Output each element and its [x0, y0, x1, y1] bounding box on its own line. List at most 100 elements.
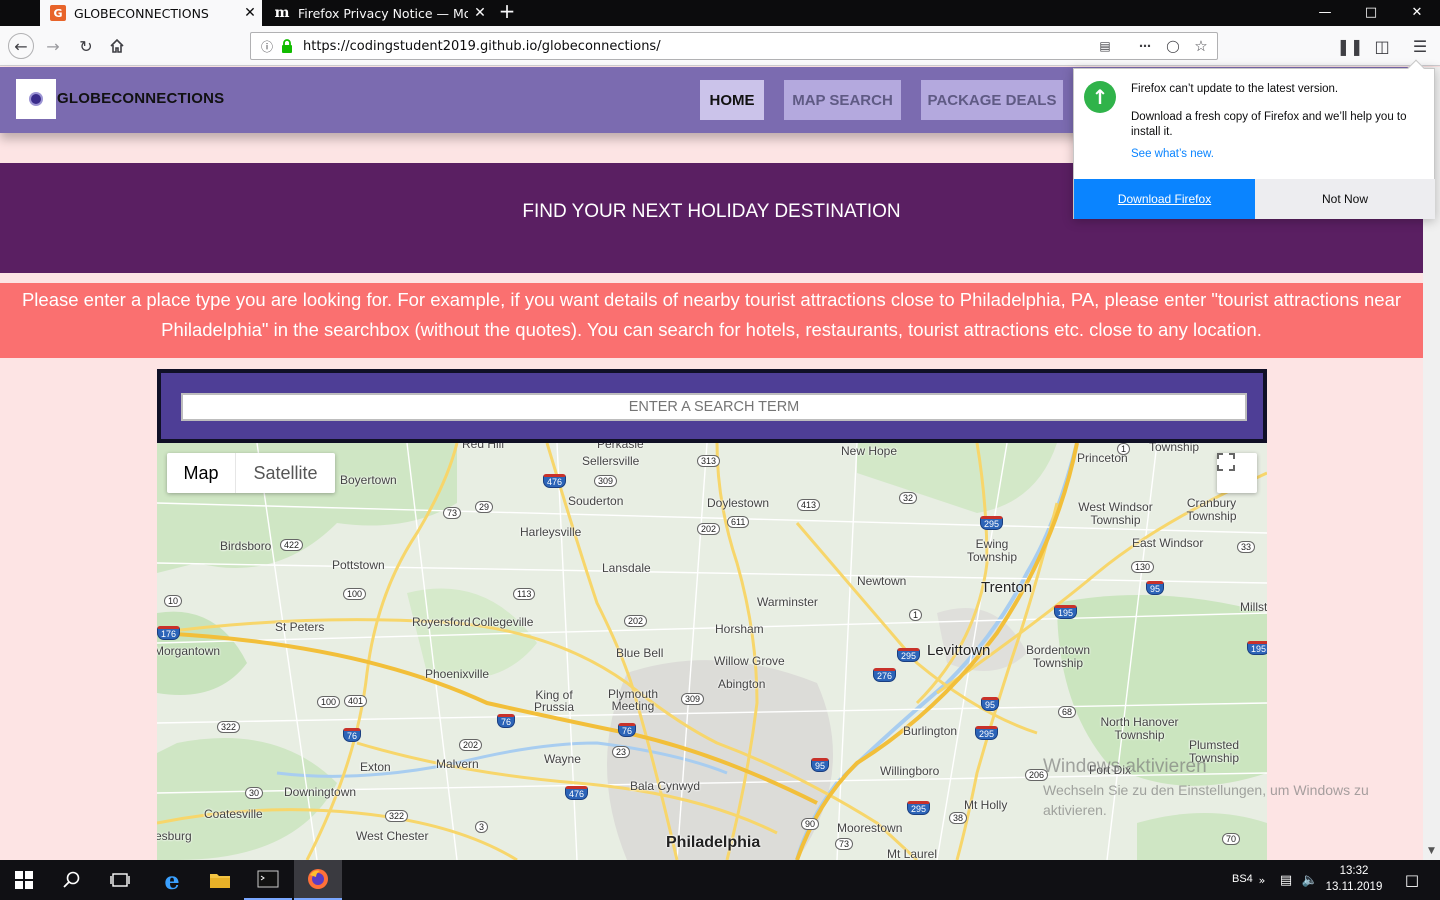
map-place-label: Phoenixville	[425, 667, 490, 681]
map-type-control: Map Satellite	[167, 453, 335, 493]
route-shield: 30	[245, 787, 264, 799]
search-input[interactable]	[181, 393, 1247, 421]
route-shield: 3	[475, 821, 489, 833]
route-shield: 1	[1117, 443, 1131, 455]
update-arrow-icon: ↑	[1084, 81, 1116, 113]
map-place-label: Mt Holly	[964, 798, 1008, 812]
map-place-label: Millston	[1240, 600, 1267, 614]
maximize-icon[interactable]: □	[1348, 0, 1394, 26]
globe-icon	[31, 94, 41, 104]
map-place-label: West Windsor Township	[1078, 500, 1153, 527]
map-place-label: Downingtown	[284, 785, 357, 799]
nav-package-deals[interactable]: PACKAGE DEALS	[921, 80, 1063, 120]
site-favicon-icon: G	[50, 5, 66, 21]
minimize-icon[interactable]: —	[1302, 0, 1348, 26]
popup-body: Download a fresh copy of Firefox and we’…	[1131, 111, 1407, 138]
map-place-label: Newtown	[857, 574, 907, 588]
internet-explorer-icon[interactable]: e	[148, 860, 196, 900]
map-place-label: esburg	[157, 829, 192, 843]
map-place-label: Bordentown Township	[1025, 643, 1091, 670]
scroll-down-arrow-icon[interactable]: ▼	[1423, 843, 1440, 860]
task-view-icon[interactable]	[96, 860, 144, 900]
map-place-label: Warminster	[757, 595, 818, 609]
network-icon[interactable]: ▤	[1274, 860, 1298, 900]
firefox-icon[interactable]	[294, 860, 342, 900]
popup-heading: Firefox can’t update to the latest versi…	[1131, 83, 1339, 95]
page-actions-icon[interactable]: ⋯	[1137, 38, 1153, 54]
map-place-label: Pottstown	[332, 558, 385, 572]
map-place-label: Township	[1149, 443, 1200, 454]
watermark-title: Windows aktivieren	[1043, 756, 1207, 777]
search-icon[interactable]	[48, 860, 96, 900]
navigation-toolbar: ← → ↻ ⓘ https://codingstudent2019.github…	[0, 26, 1440, 66]
close-tab-icon[interactable]: ✕	[238, 5, 262, 21]
map-place-label: Ewing Township	[966, 537, 1018, 564]
home-icon[interactable]	[105, 34, 129, 58]
map-place-label: Cranbury Township	[1186, 496, 1237, 523]
notification-center-icon[interactable]: □	[1392, 860, 1432, 900]
route-shield: 95	[981, 697, 1000, 711]
window-close-icon[interactable]: ✕	[1394, 0, 1440, 26]
nav-home[interactable]: HOME	[700, 80, 764, 120]
library-icon[interactable]: ❚❚	[1337, 34, 1364, 58]
tab-privacy-notice[interactable]: m Firefox Privacy Notice — Mozill ✕	[264, 0, 492, 26]
map-place-label: New Hope	[841, 444, 898, 458]
map-place-label: Royersford	[412, 615, 471, 629]
map-place-label: Blue Bell	[616, 646, 664, 660]
bookmark-star-icon[interactable]: ☆	[1193, 37, 1209, 55]
close-tab-icon[interactable]: ✕	[468, 5, 492, 21]
whats-new-link[interactable]: See what’s new.	[1131, 148, 1214, 160]
map-place-label: Lansdale	[602, 561, 651, 575]
volume-muted-icon[interactable]: 🔈	[1298, 860, 1322, 900]
not-now-button[interactable]: Not Now	[1255, 179, 1435, 219]
route-shield: 202	[459, 739, 483, 751]
route-shield: 95	[811, 758, 830, 772]
map-place-label: Boyertown	[340, 473, 397, 487]
satellite-view-button[interactable]: Satellite	[235, 453, 335, 493]
windows-start-icon[interactable]	[0, 860, 48, 900]
sidebar-icon[interactable]: ◫	[1370, 34, 1394, 58]
route-shield: 309	[681, 693, 705, 705]
route-shield: 176	[157, 626, 181, 640]
map-place-label: Malvern	[436, 757, 479, 771]
pocket-icon[interactable]: ◯	[1165, 38, 1181, 54]
route-shield: 90	[801, 818, 820, 830]
route-shield: 202	[624, 615, 648, 627]
tab-globeconnections[interactable]: G GLOBECONNECTIONS ✕	[40, 0, 262, 26]
route-shield: 29	[475, 501, 494, 513]
route-shield: 413	[797, 499, 821, 511]
download-firefox-button[interactable]: Download Firefox	[1074, 179, 1255, 219]
info-icon[interactable]: ⓘ	[259, 38, 275, 54]
url-bar[interactable]: ⓘ https://codingstudent2019.github.io/gl…	[250, 32, 1218, 60]
route-shield: 100	[317, 696, 341, 708]
map-view-button[interactable]: Map	[167, 453, 235, 493]
map-place-label: Willingboro	[880, 764, 940, 778]
new-tab-button[interactable]: +	[496, 0, 518, 26]
hamburger-menu-icon[interactable]: ☰	[1408, 34, 1432, 58]
watermark-subtitle: Wechseln Sie zu den Einstellungen, um Wi…	[1043, 782, 1369, 818]
map-place-label: Levittown	[927, 642, 991, 659]
clock[interactable]: 13:32 13.11.2019	[1322, 863, 1386, 895]
map-place-label: Birdsboro	[220, 539, 272, 553]
route-shield: 10	[164, 595, 183, 607]
fullscreen-icon[interactable]	[1217, 453, 1257, 493]
route-shield: 195	[1247, 641, 1267, 655]
site-logo[interactable]	[16, 79, 56, 119]
map-place-label: Abington	[718, 677, 766, 691]
map-place-label: Mt Laurel	[887, 847, 938, 860]
mozilla-favicon-icon: m	[274, 5, 290, 21]
forward-arrow-icon[interactable]: →	[41, 34, 65, 58]
nav-map-search[interactable]: MAP SEARCH	[784, 80, 901, 120]
brand-name[interactable]: GLOBECONNECTIONS	[57, 90, 224, 107]
route-shield: 295	[975, 726, 999, 740]
lock-icon[interactable]	[279, 38, 295, 54]
map-place-label: Philadelphia	[666, 834, 761, 851]
back-arrow-icon[interactable]: ←	[8, 33, 34, 59]
tray-overflow-icon[interactable]: »	[1250, 860, 1274, 900]
terminal-icon[interactable]	[244, 860, 292, 900]
file-explorer-icon[interactable]	[196, 860, 244, 900]
map-place-label: West Chester	[356, 829, 429, 843]
reader-view-icon[interactable]: ▤	[1097, 38, 1113, 54]
route-shield: 38	[949, 812, 968, 824]
reload-icon[interactable]: ↻	[74, 34, 98, 58]
